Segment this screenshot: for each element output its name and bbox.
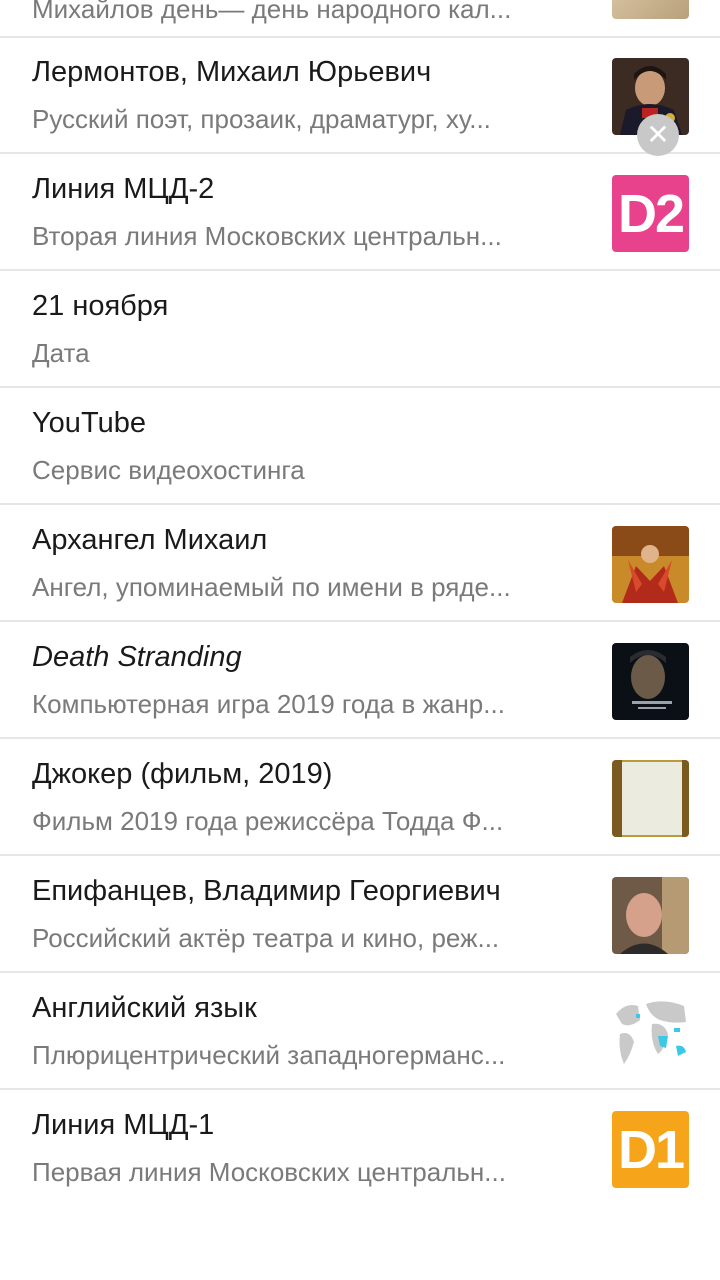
item-thumbnail (612, 526, 689, 603)
item-subtitle: Плюрицентрический западногерманс... (32, 1040, 506, 1070)
list-item[interactable]: Михайлов день— день народного кал... (0, 0, 720, 38)
item-subtitle: Русский поэт, прозаик, драматург, ху... (32, 104, 491, 134)
item-title: Михайлов день— день народного кал... (32, 0, 512, 24)
d1-logo-icon: D1 (612, 1111, 689, 1188)
item-title: 21 ноября (32, 290, 169, 322)
item-title: Английский язык (32, 992, 257, 1024)
item-title: Лермонтов, Михаил Юрьевич (32, 56, 432, 88)
list-item[interactable]: 21 ноября Дата (0, 272, 720, 388)
close-icon[interactable]: ✕ (637, 114, 679, 156)
item-thumbnail (612, 0, 689, 19)
divider (0, 386, 720, 388)
item-subtitle: Фильм 2019 года режиссёра Тодда Ф... (32, 806, 504, 836)
d2-logo-icon: D2 (612, 175, 689, 252)
divider (0, 620, 720, 622)
item-thumbnail (612, 760, 689, 837)
item-thumbnail (612, 877, 689, 954)
world-map-icon (612, 994, 689, 1071)
divider (0, 1088, 720, 1090)
close-glyph: ✕ (646, 118, 670, 151)
list-item[interactable]: Джокер (фильм, 2019) Фильм 2019 года реж… (0, 740, 720, 856)
item-subtitle: Российский актёр театра и кино, реж... (32, 923, 500, 953)
item-thumbnail (612, 643, 689, 720)
item-title: Линия МЦД-2 (32, 173, 215, 205)
list-item[interactable]: Английский язык Плюрицентрический западн… (0, 974, 720, 1090)
item-subtitle: Вторая линия Московских центральн... (32, 221, 502, 251)
list-item[interactable]: Линия МЦД-2 Вторая линия Московских цент… (0, 155, 720, 271)
item-subtitle: Компьютерная игра 2019 года в жанр... (32, 689, 505, 719)
item-title: Линия МЦД-1 (32, 1109, 215, 1141)
item-title: Архангел Михаил (32, 524, 268, 556)
item-subtitle: Ангел, упоминаемый по имени в ряде... (32, 572, 511, 602)
item-title: Епифанцев, Владимир Георгиевич (32, 875, 501, 907)
d2-logo-text: D2 (617, 183, 685, 244)
d1-logo-text: D1 (617, 1119, 685, 1180)
list-item[interactable]: YouTube Сервис видеохостинга (0, 389, 720, 505)
divider (0, 971, 720, 973)
list-item[interactable]: Лермонтов, Михаил Юрьевич Русский поэт, … (0, 38, 720, 154)
item-title: Death Stranding (32, 641, 242, 673)
item-subtitle: Сервис видеохостинга (32, 455, 305, 485)
divider (0, 269, 720, 271)
item-title: Джокер (фильм, 2019) (32, 758, 333, 790)
list-item[interactable]: Death Stranding Компьютерная игра 2019 г… (0, 623, 720, 739)
list-item[interactable]: Линия МЦД-1 Первая линия Московских цент… (0, 1091, 720, 1207)
divider (0, 152, 720, 154)
divider (0, 503, 720, 505)
item-subtitle: Дата (32, 338, 90, 368)
divider (0, 737, 720, 739)
list-item[interactable]: Архангел Михаил Ангел, упоминаемый по им… (0, 506, 720, 622)
item-subtitle: Первая линия Московских центральн... (32, 1157, 506, 1187)
divider (0, 854, 720, 856)
list-item[interactable]: Епифанцев, Владимир Георгиевич Российски… (0, 857, 720, 973)
item-title: YouTube (32, 407, 146, 439)
